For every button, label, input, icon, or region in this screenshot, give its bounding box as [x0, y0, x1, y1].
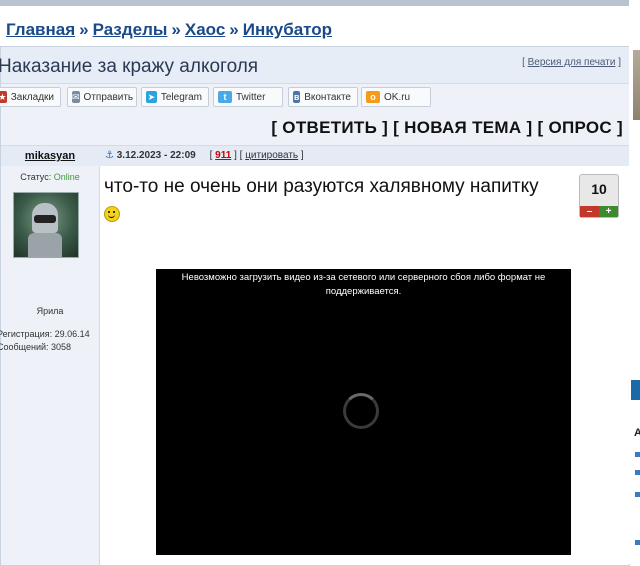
smiley-icon: [104, 206, 120, 222]
post-number-link[interactable]: 911: [215, 150, 231, 161]
post-text: что-то не очень они разуются халявному н…: [104, 176, 539, 197]
sidebar-bullet-icon: [635, 540, 640, 545]
author-info-column: Статус: Online Ярила Регистрация: 29.06.…: [0, 166, 100, 565]
quote-link[interactable]: цитировать: [245, 150, 298, 161]
post-date: 3.12.2023 - 22:09: [116, 150, 196, 161]
breadcrumb-incubator[interactable]: Инкубатор: [243, 20, 332, 39]
avatar-robot-visor: [34, 215, 56, 223]
sidebar-bullet-icon: [635, 492, 640, 497]
ok-icon: o: [366, 91, 380, 103]
breadcrumb-separator: »: [171, 20, 181, 39]
share-send-button[interactable]: ✉ Отправить: [67, 87, 137, 107]
post-meta: ⚓ 3.12.2023 - 22:09 [ 911 ] [ цитировать…: [105, 150, 304, 161]
avatar-robot-body: [28, 233, 62, 257]
sidebar-image-thumbnail[interactable]: [633, 50, 640, 120]
rating-minus-button[interactable]: –: [580, 206, 599, 217]
breadcrumb-home[interactable]: Главная: [6, 20, 75, 39]
share-label: Telegram: [160, 91, 202, 103]
share-ok-button[interactable]: o OK.ru: [361, 87, 431, 107]
topic-panel: Наказание за кражу алкоголя [ Версия для…: [0, 46, 630, 566]
video-player[interactable]: Невозможно загрузить видео из-за сетевог…: [156, 269, 571, 555]
share-bookmarks-button[interactable]: ★ Закладки: [0, 87, 61, 107]
share-twitter-button[interactable]: t Twitter: [213, 87, 283, 107]
avatar[interactable]: [13, 192, 79, 258]
vk-icon: в: [293, 91, 301, 103]
telegram-icon: ➤: [146, 91, 157, 103]
right-sidebar-edge: А: [629, 0, 640, 564]
post-body: что-то не очень они разуются халявному н…: [100, 166, 629, 565]
new-topic-button[interactable]: НОВАЯ ТЕМА: [404, 118, 521, 137]
sidebar-bullet-icon: [635, 452, 640, 457]
breadcrumb: Главная» Разделы» Хаос» Инкубатор: [6, 20, 332, 40]
sidebar-heading-fragment: А: [634, 427, 640, 439]
anchor-icon[interactable]: ⚓: [105, 150, 114, 161]
print-version-link[interactable]: Версия для печати: [528, 57, 616, 68]
print-version: [ Версия для печати ]: [522, 57, 621, 68]
topic-title: Наказание за кражу алкоголя: [0, 56, 259, 77]
share-label: Twitter: [236, 91, 266, 103]
topic-actions: [ ОТВЕТИТЬ ] [ НОВАЯ ТЕМА ] [ ОПРОС ]: [271, 118, 623, 137]
twitter-icon: t: [218, 91, 232, 103]
poll-button[interactable]: ОПРОС: [548, 118, 612, 137]
breadcrumb-separator: »: [229, 20, 239, 39]
video-error-message: Невозможно загрузить видео из-за сетевог…: [181, 272, 546, 297]
breadcrumb-sections[interactable]: Разделы: [93, 20, 168, 39]
status-value: Online: [53, 172, 80, 182]
status-label: Статус:: [20, 172, 52, 182]
author-stats: Регистрация: 29.06.14 Сообщений: 3058: [0, 328, 90, 354]
breadcrumb-separator: »: [79, 20, 89, 39]
author-status: Статус: Online: [1, 172, 99, 182]
sidebar-bullet-icon: [635, 470, 640, 475]
reply-button[interactable]: ОТВЕТИТЬ: [282, 118, 377, 137]
share-toolbar: ★ Закладки ✉ Отправить ➤ Telegram t Twit…: [0, 87, 629, 109]
rating-plus-button[interactable]: +: [599, 206, 618, 217]
sidebar-banner[interactable]: [631, 380, 640, 400]
mail-icon: ✉: [72, 91, 80, 103]
share-label: Закладки: [10, 91, 54, 103]
share-telegram-button[interactable]: ➤ Telegram: [141, 87, 209, 107]
author-nick: Ярила: [36, 306, 64, 316]
share-label: OK.ru: [384, 91, 411, 103]
topic-title-bar: Наказание за кражу алкоголя [ Версия для…: [0, 47, 629, 84]
author-link[interactable]: mikasyan: [25, 150, 75, 162]
message-count: Сообщений: 3058: [0, 342, 72, 352]
breadcrumb-chaos[interactable]: Хаос: [185, 20, 225, 39]
post-header: mikasyan ⚓ 3.12.2023 - 22:09 [ 911 ] [ ц…: [1, 145, 629, 167]
share-vk-button[interactable]: в Вконтакте: [288, 87, 358, 107]
loading-spinner-icon: [343, 393, 379, 429]
rating-value: 10: [591, 181, 607, 197]
registration-date: Регистрация: 29.06.14: [0, 329, 90, 339]
post-rating: 10 – +: [579, 174, 619, 218]
top-navigation-bar: [0, 0, 640, 6]
post-author: mikasyan: [1, 146, 99, 166]
bookmark-icon: ★: [0, 91, 7, 103]
share-label: Отправить: [83, 91, 134, 103]
share-label: Вконтакте: [304, 91, 351, 103]
